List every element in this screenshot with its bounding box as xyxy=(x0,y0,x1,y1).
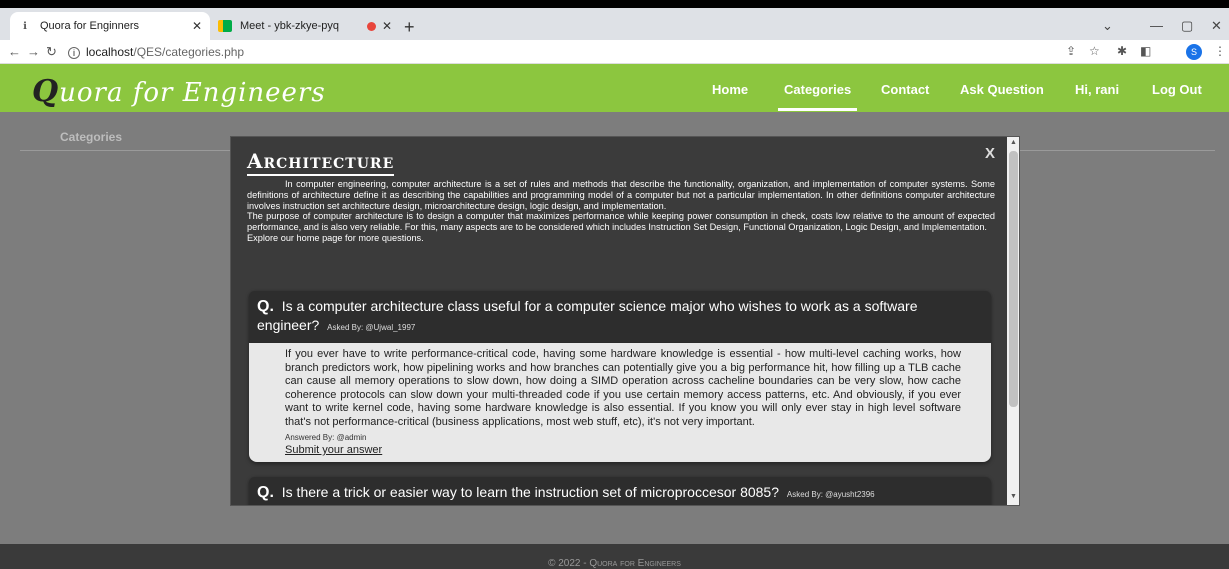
new-tab-icon[interactable]: + xyxy=(404,17,415,38)
description-paragraph: Explore our home page for more questions… xyxy=(247,232,424,243)
asked-by: Asked By: @Ujwal_1997 xyxy=(327,323,416,332)
site-header: Quora for Engineers Home Categories Cont… xyxy=(0,64,1229,112)
reload-icon[interactable]: ↻ xyxy=(46,44,57,60)
footer-text: © 2022 - Quora for Engineers xyxy=(548,558,681,569)
modal-title: Architecture xyxy=(247,149,395,176)
close-tab-icon[interactable]: ✕ xyxy=(192,19,202,33)
nav-ask-question[interactable]: Ask Question xyxy=(960,82,1044,97)
url-path: /QES/categories.php xyxy=(133,45,245,59)
url-field[interactable]: i localhost/QES/categories.php xyxy=(68,45,244,59)
site-logo[interactable]: Quora for Engineers xyxy=(32,74,326,109)
question-text: Is there a trick or easier way to learn … xyxy=(281,484,780,500)
nav-logout[interactable]: Log Out xyxy=(1152,82,1202,97)
site-info-icon[interactable]: i xyxy=(68,47,80,59)
meet-icon xyxy=(218,20,232,32)
info-icon: ℹ xyxy=(23,20,27,32)
back-icon[interactable]: ← xyxy=(8,44,21,59)
question-marker: Q. xyxy=(257,484,274,501)
modal-close-button[interactable]: X xyxy=(985,145,995,162)
tab-search-icon[interactable]: ⌄ xyxy=(1102,18,1113,34)
browser-tab-strip: ℹ Quora for Enginners ✕ Meet - ybk-zkye-… xyxy=(0,8,1229,40)
category-description: In computer engineering, computer archit… xyxy=(247,179,995,244)
answer-body: If you ever have to write performance-cr… xyxy=(249,343,991,462)
scroll-up-icon[interactable]: ▲ xyxy=(1007,139,1019,146)
question-card: Q. Is there a trick or easier way to lea… xyxy=(249,477,991,505)
browser-tab-meet[interactable]: Meet - ybk-zkye-pyq ✕ xyxy=(210,12,400,40)
site-footer: © 2022 - Quora for Engineers xyxy=(0,544,1229,569)
close-tab-icon[interactable]: ✕ xyxy=(382,19,392,33)
submit-answer-link[interactable]: Submit your answer xyxy=(285,444,961,458)
screen-top-bar xyxy=(0,0,1229,8)
side-panel-icon[interactable]: ◧ xyxy=(1140,44,1151,58)
browser-tab-quora[interactable]: ℹ Quora for Enginners ✕ xyxy=(10,12,210,40)
forward-icon[interactable]: → xyxy=(27,44,40,59)
extensions-icon[interactable]: ✱ xyxy=(1117,44,1127,58)
description-paragraph: The purpose of computer architecture is … xyxy=(247,211,995,233)
logo-initial: Q xyxy=(32,74,60,109)
nav-categories[interactable]: Categories xyxy=(777,82,858,111)
profile-avatar[interactable]: S xyxy=(1186,44,1202,60)
nav-contact[interactable]: Contact xyxy=(881,82,929,97)
nav-user-greeting[interactable]: Hi, rani xyxy=(1075,82,1119,97)
url-host: localhost xyxy=(86,45,134,59)
category-modal: Architecture X In computer engineering, … xyxy=(230,136,1020,506)
recording-icon xyxy=(366,21,376,31)
asked-by: Asked By: @ayusht2396 xyxy=(786,490,875,499)
scrollbar-thumb[interactable] xyxy=(1009,151,1018,407)
share-icon[interactable]: ⇪ xyxy=(1066,44,1076,58)
menu-icon[interactable]: ⋮ xyxy=(1214,44,1226,58)
restore-icon[interactable]: ▢ xyxy=(1181,18,1193,34)
tab-title: Meet - ybk-zkye-pyq xyxy=(240,20,340,32)
answer-text: If you ever have to write performance-cr… xyxy=(285,348,961,428)
logo-text: uora for Engineers xyxy=(59,78,326,108)
answered-by: Answered By: @admin xyxy=(285,432,367,442)
question-card: Q. Is a computer architecture class usef… xyxy=(249,291,991,462)
description-paragraph: In computer engineering, computer archit… xyxy=(247,179,995,211)
question-marker: Q. xyxy=(257,298,274,315)
tab-title: Quora for Enginners xyxy=(40,20,140,32)
minimize-icon[interactable]: — xyxy=(1150,18,1163,33)
page-section-title: Categories xyxy=(60,130,123,144)
scroll-down-icon[interactable]: ▼ xyxy=(1007,493,1019,500)
question-header[interactable]: Q. Is there a trick or easier way to lea… xyxy=(249,477,991,505)
bookmark-star-icon[interactable]: ☆ xyxy=(1089,44,1100,58)
address-bar: ← → ↻ i localhost/QES/categories.php ⇪ ☆ … xyxy=(0,40,1229,64)
question-header[interactable]: Q. Is a computer architecture class usef… xyxy=(249,291,991,343)
modal-scrollbar[interactable]: ▲ ▼ xyxy=(1007,137,1019,505)
nav-home[interactable]: Home xyxy=(712,82,748,97)
close-window-icon[interactable]: ✕ xyxy=(1211,18,1222,34)
